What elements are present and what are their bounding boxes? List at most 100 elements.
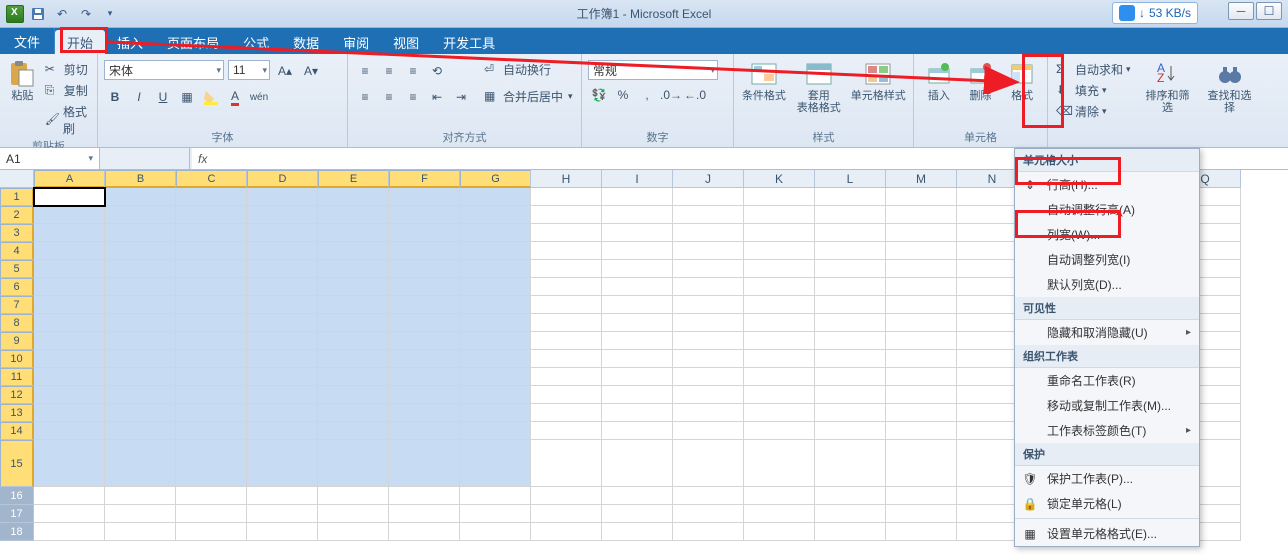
insert-cells-button[interactable]: 插入 — [920, 56, 958, 102]
save-icon[interactable] — [28, 4, 48, 24]
cell[interactable] — [460, 523, 531, 541]
copy-button[interactable]: ⎘复制 — [43, 81, 91, 100]
cell[interactable] — [815, 386, 886, 404]
merge-button[interactable]: ▦合并后居中▾ — [482, 87, 575, 106]
cell[interactable] — [389, 188, 460, 206]
cell[interactable] — [673, 260, 744, 278]
indent-dec-icon[interactable]: ⇤ — [426, 86, 448, 108]
cell[interactable] — [247, 296, 318, 314]
cell[interactable] — [531, 278, 602, 296]
grow-font-icon[interactable]: A▴ — [274, 60, 296, 82]
cell[interactable] — [673, 404, 744, 422]
cell[interactable] — [318, 206, 389, 224]
cell[interactable] — [744, 296, 815, 314]
cell[interactable] — [460, 386, 531, 404]
format-cells-button[interactable]: 格式 — [1003, 56, 1041, 102]
cell[interactable] — [34, 505, 105, 523]
cell[interactable] — [389, 242, 460, 260]
cell[interactable] — [247, 224, 318, 242]
cell[interactable] — [176, 314, 247, 332]
cell[interactable] — [744, 350, 815, 368]
cell[interactable] — [815, 260, 886, 278]
cell-style-button[interactable]: 单元格样式 — [850, 56, 907, 102]
cell[interactable] — [105, 368, 176, 386]
col-header[interactable]: J — [673, 170, 744, 188]
cell[interactable] — [531, 440, 602, 487]
cell[interactable] — [247, 242, 318, 260]
cell[interactable] — [389, 368, 460, 386]
cell[interactable] — [176, 422, 247, 440]
cell[interactable] — [105, 242, 176, 260]
cell[interactable] — [886, 368, 957, 386]
cell[interactable] — [105, 260, 176, 278]
name-box[interactable]: A1▾ — [0, 148, 100, 169]
cell[interactable] — [886, 404, 957, 422]
cell[interactable] — [460, 278, 531, 296]
cell[interactable] — [602, 523, 673, 541]
redo-icon[interactable]: ↷ — [76, 4, 96, 24]
fill-color-button[interactable] — [200, 86, 222, 108]
cell[interactable] — [886, 505, 957, 523]
cell[interactable] — [673, 422, 744, 440]
cell[interactable] — [34, 523, 105, 541]
cell[interactable] — [744, 440, 815, 487]
cell[interactable] — [744, 206, 815, 224]
col-header[interactable]: I — [602, 170, 673, 188]
indent-inc-icon[interactable]: ⇥ — [450, 86, 472, 108]
cell[interactable] — [531, 188, 602, 206]
col-header[interactable]: C — [176, 170, 247, 188]
cell[interactable] — [744, 188, 815, 206]
cell[interactable] — [34, 296, 105, 314]
cell[interactable] — [602, 332, 673, 350]
cell[interactable] — [247, 505, 318, 523]
row-header[interactable]: 5 — [0, 260, 34, 278]
font-name-select[interactable]: 宋体▾ — [104, 60, 224, 80]
cell[interactable] — [815, 206, 886, 224]
menu-row-height[interactable]: ⇕行高(H)... — [1015, 172, 1199, 197]
row-header[interactable]: 11 — [0, 368, 34, 386]
cell[interactable] — [176, 505, 247, 523]
align-bottom-icon[interactable]: ≡ — [402, 60, 424, 82]
cell[interactable] — [460, 260, 531, 278]
cell[interactable] — [176, 440, 247, 487]
cell[interactable] — [105, 523, 176, 541]
cell[interactable] — [815, 224, 886, 242]
cell[interactable] — [886, 422, 957, 440]
row-header[interactable]: 10 — [0, 350, 34, 368]
cell[interactable] — [176, 350, 247, 368]
cell[interactable] — [389, 332, 460, 350]
cell[interactable] — [318, 368, 389, 386]
cell[interactable] — [34, 206, 105, 224]
cell[interactable] — [602, 260, 673, 278]
wrap-text-button[interactable]: ⏎自动换行 — [482, 60, 575, 79]
cell[interactable] — [744, 487, 815, 505]
cell[interactable] — [105, 487, 176, 505]
cell[interactable] — [247, 350, 318, 368]
cell[interactable] — [673, 350, 744, 368]
cell[interactable] — [247, 188, 318, 206]
orientation-icon[interactable]: ⟲ — [426, 60, 448, 82]
cell[interactable] — [673, 523, 744, 541]
row-header[interactable]: 3 — [0, 224, 34, 242]
cell[interactable] — [602, 314, 673, 332]
cell[interactable] — [531, 332, 602, 350]
cell[interactable] — [318, 487, 389, 505]
cell[interactable] — [460, 440, 531, 487]
menu-lock[interactable]: 🔒锁定单元格(L) — [1015, 491, 1199, 516]
cell[interactable] — [531, 350, 602, 368]
cell[interactable] — [176, 404, 247, 422]
col-header[interactable]: H — [531, 170, 602, 188]
row-header[interactable]: 12 — [0, 386, 34, 404]
menu-auto-row[interactable]: 自动调整行高(A) — [1015, 197, 1199, 222]
cell[interactable] — [460, 224, 531, 242]
number-format-select[interactable]: 常规▾ — [588, 60, 718, 80]
cell[interactable] — [815, 278, 886, 296]
cell[interactable] — [886, 188, 957, 206]
cond-format-button[interactable]: 条件格式 — [740, 56, 788, 102]
cell[interactable] — [673, 296, 744, 314]
fill-button[interactable]: ⬇填充▾ — [1054, 81, 1133, 100]
cell[interactable] — [531, 386, 602, 404]
cell[interactable] — [247, 278, 318, 296]
cell[interactable] — [460, 368, 531, 386]
row-header[interactable]: 16 — [0, 487, 34, 505]
